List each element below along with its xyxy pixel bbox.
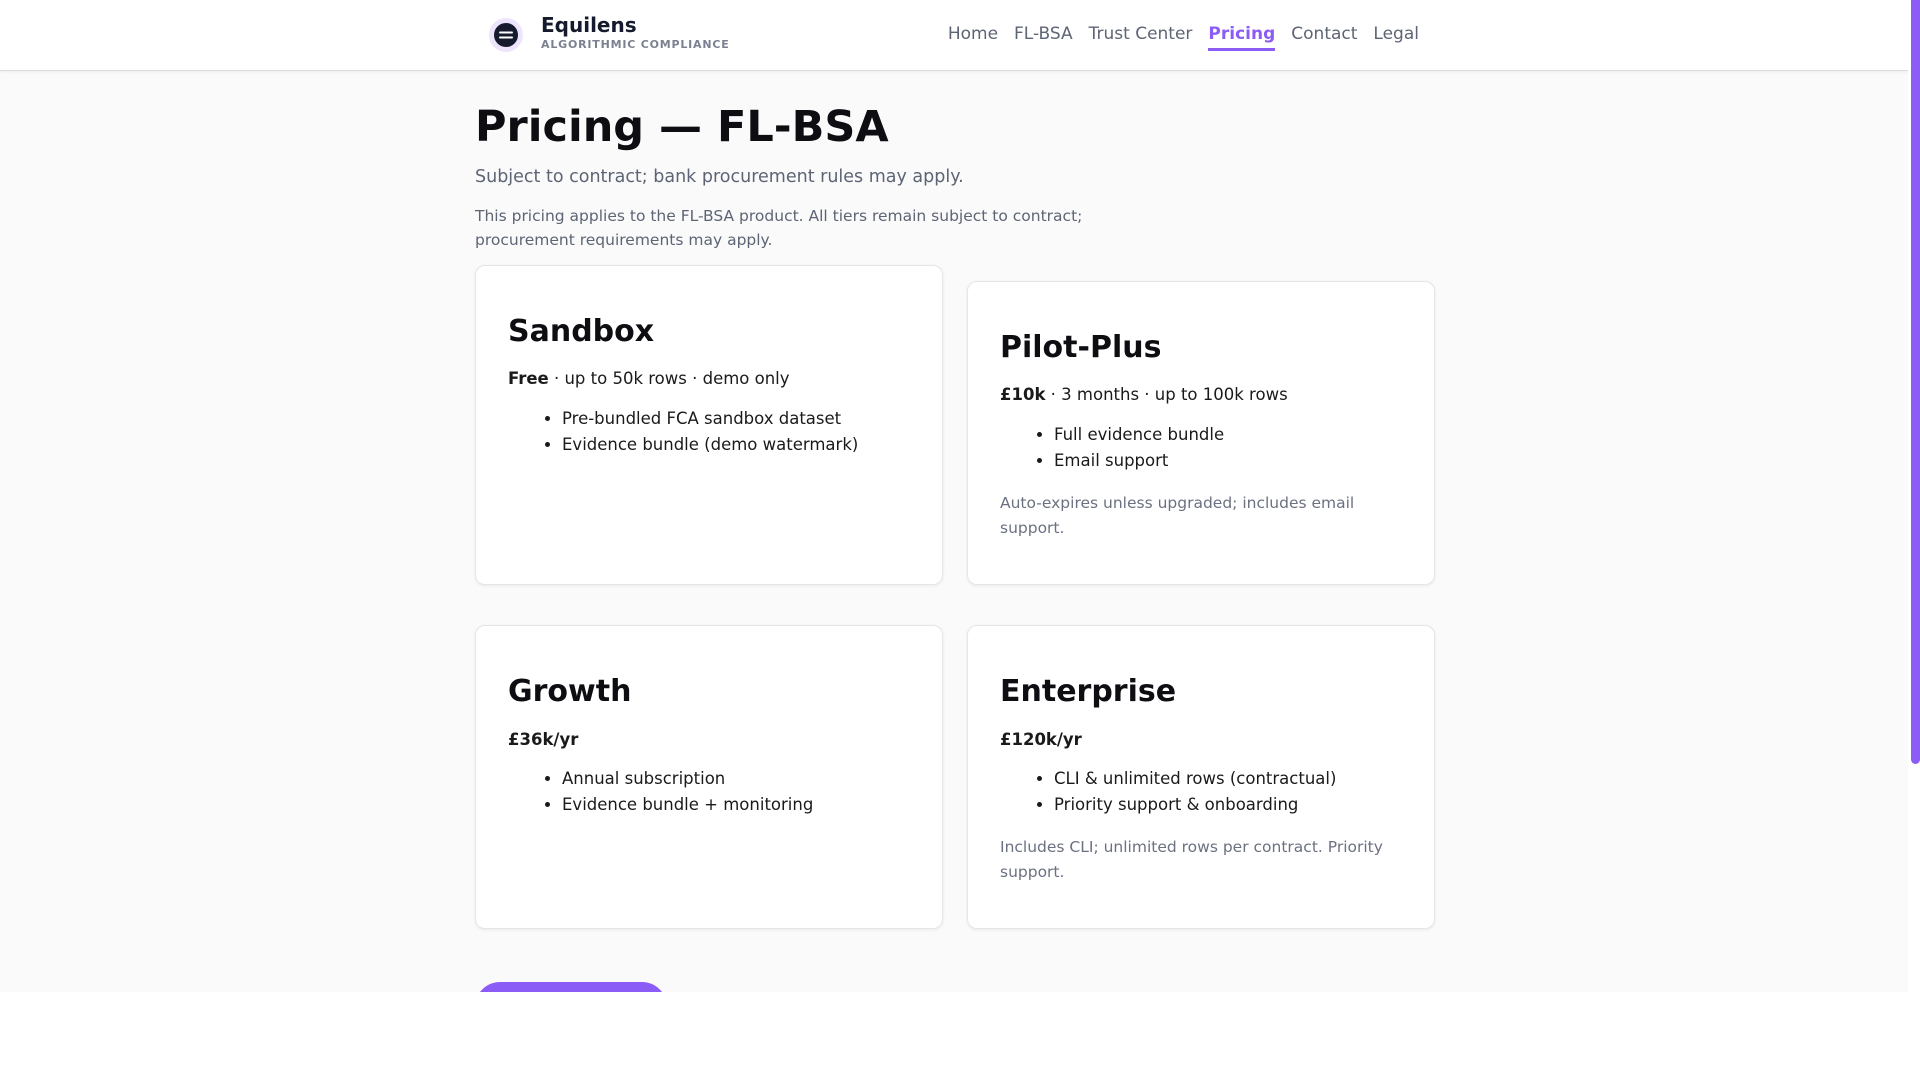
pricing-card-pilot-plus: Pilot-Plus £10k · 3 months · up to 100k … — [967, 281, 1435, 585]
nav-contact[interactable]: Contact — [1291, 22, 1357, 51]
pricing-note-line-2: procurement requirements may apply. — [475, 231, 773, 249]
pricing-card-sandbox: Sandbox Free · up to 50k rows · demo onl… — [475, 265, 943, 585]
tier-price: £10k — [1000, 385, 1046, 404]
feature-item: Annual subscription — [562, 766, 813, 792]
tier-price-line: £10k · 3 months · up to 100k rows — [1000, 385, 1288, 404]
nav-legal[interactable]: Legal — [1373, 22, 1419, 51]
pricing-note-line-1: This pricing applies to the FL-BSA produ… — [475, 207, 1083, 225]
nav-trust-center[interactable]: Trust Center — [1089, 22, 1193, 51]
tier-name: Growth — [508, 674, 632, 709]
nav-fl-bsa[interactable]: FL-BSA — [1014, 22, 1073, 51]
feature-item: Pre-bundled FCA sandbox dataset — [562, 406, 858, 432]
equilens-logo-icon[interactable] — [489, 18, 523, 52]
tier-details: · up to 50k rows · demo only — [548, 369, 790, 388]
main-nav: Home FL-BSA Trust Center Pricing Contact… — [948, 22, 1419, 51]
nav-home[interactable]: Home — [948, 22, 998, 51]
feature-list: Annual subscription Evidence bundle + mo… — [536, 766, 813, 817]
feature-list: Pre-bundled FCA sandbox dataset Evidence… — [536, 406, 858, 457]
pricing-card-growth: Growth £36k/yr Annual subscription Evide… — [475, 625, 943, 929]
page-title: Pricing — FL-BSA — [475, 102, 889, 152]
tier-price: Free — [508, 369, 549, 388]
cta-button[interactable] — [475, 982, 667, 992]
tier-name: Pilot-Plus — [1000, 330, 1162, 365]
tier-note: Auto-expires unless upgraded; includes e… — [1000, 494, 1355, 537]
brand-name[interactable]: Equilens — [541, 13, 637, 37]
feature-item: CLI & unlimited rows (contractual) — [1054, 766, 1336, 792]
tier-details: · 3 months · up to 100k rows — [1045, 385, 1288, 404]
nav-pricing[interactable]: Pricing — [1208, 22, 1276, 51]
tier-name: Enterprise — [1000, 674, 1177, 709]
tier-price: £36k/yr — [508, 730, 579, 749]
pricing-card-enterprise: Enterprise £120k/yr CLI & unlimited rows… — [967, 625, 1435, 929]
feature-list: Full evidence bundle Email support — [1028, 422, 1224, 473]
tier-price: £120k/yr — [1000, 730, 1082, 749]
tier-name: Sandbox — [508, 314, 655, 349]
pricing-note: This pricing applies to the FL-BSA produ… — [475, 204, 1115, 252]
scrollbar-thumb[interactable] — [1911, 0, 1920, 764]
brand-tagline: ALGORITHMIC COMPLIANCE — [541, 38, 730, 51]
page-subtitle: Subject to contract; bank procurement ru… — [475, 167, 964, 187]
feature-item: Evidence bundle (demo watermark) — [562, 432, 858, 458]
feature-item: Email support — [1054, 448, 1224, 474]
feature-item: Full evidence bundle — [1054, 422, 1224, 448]
feature-item: Evidence bundle + monitoring — [562, 792, 813, 818]
tier-price-line: Free · up to 50k rows · demo only — [508, 369, 790, 388]
tier-note: Includes CLI; unlimited rows per contrac… — [1000, 838, 1383, 881]
feature-list: CLI & unlimited rows (contractual) Prior… — [1028, 766, 1336, 817]
feature-item: Priority support & onboarding — [1054, 792, 1336, 818]
page-viewport: Equilens ALGORITHMIC COMPLIANCE Home FL-… — [0, 0, 1908, 992]
site-header: Equilens ALGORITHMIC COMPLIANCE Home FL-… — [0, 0, 1908, 71]
